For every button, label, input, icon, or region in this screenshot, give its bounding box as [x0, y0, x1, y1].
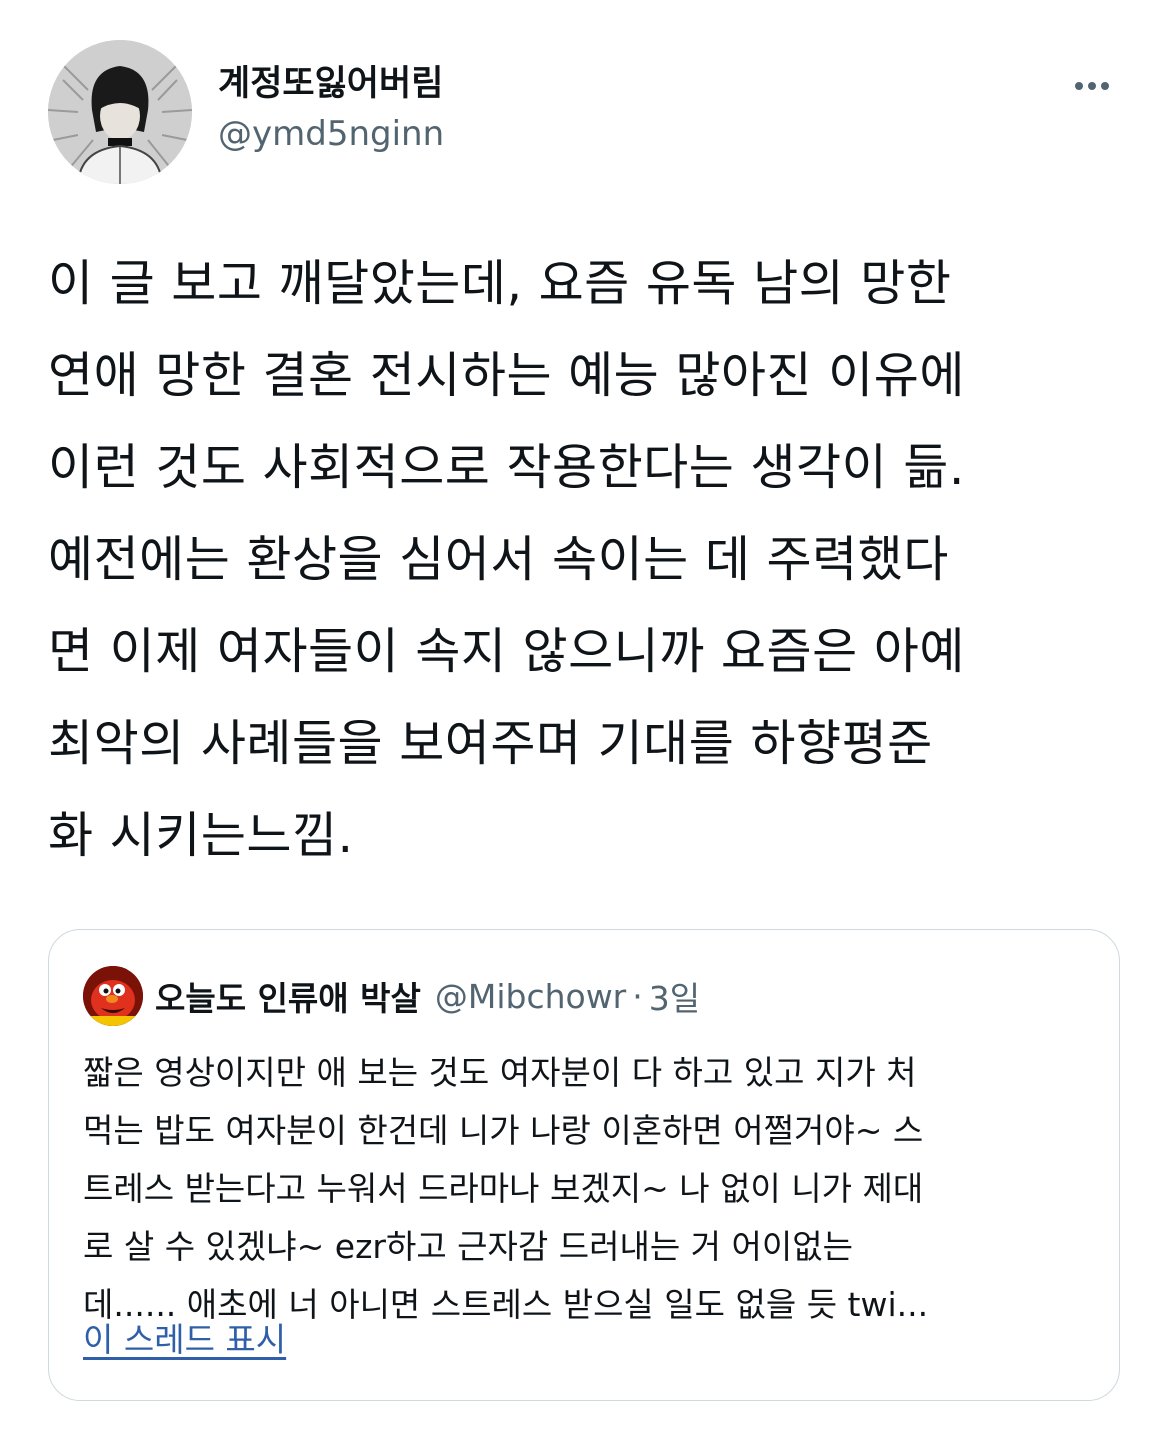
tweet-text-line: 이런 것도 사회적으로 작용한다는 생각이 듦. — [48, 439, 965, 496]
more-dot — [1101, 82, 1109, 90]
author-display-name[interactable]: 계정또잃어버림 — [218, 62, 444, 106]
quoted-text-line: 트레스 받는다고 누워서 드라마나 보겠지~ 나 없이 니가 제대 — [83, 1169, 924, 1208]
author-handle[interactable]: @ymd5nginn — [218, 112, 444, 156]
tweet-header: 계정또잃어버림 @ymd5nginn — [48, 40, 1122, 184]
quoted-author-avatar — [83, 966, 143, 1026]
more-dot — [1088, 82, 1096, 90]
author-name-block: 계정또잃어버림 @ymd5nginn — [218, 62, 444, 156]
more-options-icon[interactable] — [1068, 66, 1116, 106]
elmo-avatar-illustration — [83, 966, 143, 1026]
quoted-author-handle[interactable]: @Mibchowr — [435, 977, 626, 1016]
quoted-tweet-time[interactable]: 3일 — [649, 972, 700, 1020]
show-thread-link[interactable]: 이 스레드 표시 — [83, 1318, 286, 1362]
avatar-illustration — [48, 40, 192, 184]
quoted-tweet-header: 오늘도 인류애 박살 @Mibchowr · 3일 — [83, 966, 700, 1026]
quoted-text-line: 로 살 수 있겠냐~ ezr하고 근자감 드러내는 거 어이없는 — [83, 1227, 853, 1266]
quoted-tweet-text: 짧은 영상이지만 애 보는 것도 여자분이 다 하고 있고 지가 처 먹는 밥도… — [83, 1044, 1093, 1334]
tweet-text-line: 연애 망한 결혼 전시하는 예능 많아진 이유에 — [48, 347, 965, 404]
quoted-text-line: 먹는 밥도 여자분이 한건데 니가 나랑 이혼하면 어쩔거야~ 스 — [83, 1111, 924, 1150]
author-avatar[interactable] — [48, 40, 192, 184]
tweet-text-line: 이 글 보고 깨달았는데, 요즘 유독 남의 망한 — [48, 255, 952, 312]
quoted-text-line: 짧은 영상이지만 애 보는 것도 여자분이 다 하고 있고 지가 처 — [83, 1053, 917, 1092]
more-dot — [1075, 82, 1083, 90]
tweet-text-line: 최악의 사례들을 보여주며 기대를 하향평준 — [48, 715, 933, 772]
quoted-author-name[interactable]: 오늘도 인류애 박살 — [155, 972, 421, 1020]
tweet-text-line: 예전에는 환상을 심어서 속이는 데 주력했다 — [48, 531, 949, 588]
tweet-text-line: 면 이제 여자들이 속지 않으니까 요즘은 아예 — [48, 623, 965, 680]
tweet-text: 이 글 보고 깨달았는데, 요즘 유독 남의 망한 연애 망한 결혼 전시하는 … — [48, 238, 1128, 882]
quoted-tweet-card[interactable]: 오늘도 인류애 박살 @Mibchowr · 3일 짧은 영상이지만 애 보는 … — [48, 929, 1120, 1401]
separator-dot: · — [632, 976, 643, 1016]
tweet-text-line: 화 시키는느낌. — [48, 807, 354, 864]
